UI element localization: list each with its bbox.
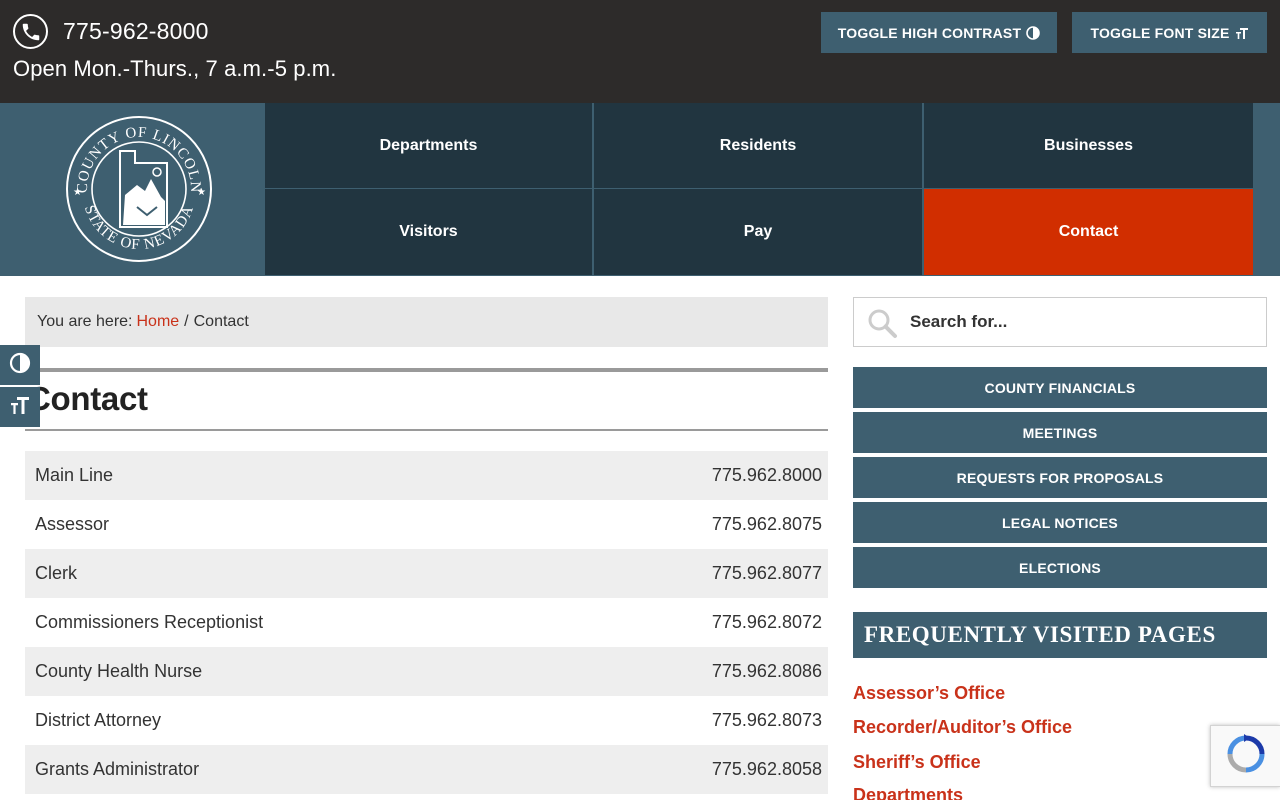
nav-businesses[interactable]: Businesses	[924, 103, 1253, 189]
floating-contrast-button[interactable]	[0, 345, 40, 385]
table-row: Main Line 775.962.8000	[25, 451, 828, 500]
frequently-visited-heading: FREQUENTLY VISITED PAGES	[853, 612, 1267, 658]
nav-contact[interactable]: Contact	[924, 189, 1253, 276]
title-bottom-rule	[25, 429, 828, 431]
contact-phone[interactable]: 775.962.8077	[712, 563, 822, 584]
phone-row[interactable]: 775-962-8000	[13, 14, 209, 49]
legal-notices-button[interactable]: LEGAL NOTICES	[853, 502, 1267, 543]
floating-font-size-button[interactable]	[0, 387, 40, 427]
contact-name: Main Line	[35, 465, 114, 485]
phone-number[interactable]: 775-962-8000	[63, 18, 209, 45]
office-hours: Open Mon.-Thurs., 7 a.m.-5 p.m.	[13, 56, 337, 81]
recaptcha-icon	[1224, 732, 1268, 781]
search-input[interactable]	[910, 298, 1260, 346]
assessors-office-link[interactable]: Assessor’s Office	[853, 683, 1005, 704]
contact-phone[interactable]: 775.962.8072	[712, 612, 822, 633]
toggle-font-size-button[interactable]: TOGGLE FONT SIZE	[1072, 12, 1267, 53]
contact-name: Grants Administrator	[35, 759, 200, 779]
contact-phone[interactable]: 775.962.8075	[712, 514, 822, 535]
breadcrumb-prefix: You are here:	[37, 313, 133, 330]
breadcrumb: You are here: Home / Contact	[25, 297, 828, 347]
contact-phone[interactable]: 775.962.8058	[712, 759, 822, 780]
contact-phone[interactable]: 775.962.8086	[712, 661, 822, 682]
requests-for-proposals-button[interactable]: REQUESTS FOR PROPOSALS	[853, 457, 1267, 498]
nav-visitors[interactable]: Visitors	[265, 189, 594, 276]
site-header: COUNTY OF LINCOLN STATE OF NEVADA ★ ★ De…	[0, 103, 1280, 276]
table-row: Grants Administrator 775.962.8058	[25, 745, 828, 794]
contact-name: Assessor	[35, 514, 110, 534]
contrast-icon	[1026, 25, 1041, 40]
table-row: District Attorney 775.962.8073	[25, 696, 828, 745]
county-seal-logo[interactable]: COUNTY OF LINCOLN STATE OF NEVADA ★ ★	[65, 115, 213, 263]
table-row: County Health Nurse 775.962.8086	[25, 647, 828, 696]
nav-departments[interactable]: Departments	[265, 103, 594, 189]
contact-name: Commissioners Receptionist	[35, 612, 264, 632]
breadcrumb-current: Contact	[193, 313, 249, 330]
contact-phone[interactable]: 775.962.8000	[712, 465, 822, 486]
title-top-rule	[25, 368, 828, 372]
contrast-icon	[9, 352, 31, 379]
page-title: Contact	[27, 380, 148, 417]
search-icon	[866, 307, 898, 344]
contact-phone[interactable]: 775.962.8073	[712, 710, 822, 731]
toggle-font-size-label: TOGGLE FONT SIZE	[1090, 24, 1230, 41]
recaptcha-badge[interactable]	[1210, 725, 1280, 787]
search-box	[853, 297, 1267, 347]
nav-pay[interactable]: Pay	[594, 189, 924, 276]
phone-icon	[13, 14, 48, 49]
main-nav: Departments Residents Businesses Visitor…	[265, 103, 1253, 276]
contact-name: District Attorney	[35, 710, 162, 730]
font-size-icon	[9, 394, 31, 421]
contact-name: County Health Nurse	[35, 661, 203, 681]
table-row: Assessor 775.962.8075	[25, 500, 828, 549]
meetings-button[interactable]: MEETINGS	[853, 412, 1267, 453]
contact-table: Main Line 775.962.8000 Assessor 775.962.…	[25, 451, 828, 794]
sheriffs-office-link[interactable]: Sheriff’s Office	[853, 752, 981, 773]
breadcrumb-home-link[interactable]: Home	[136, 313, 179, 331]
elections-button[interactable]: ELECTIONS	[853, 547, 1267, 588]
font-size-icon	[1235, 26, 1249, 40]
table-row: Commissioners Receptionist 775.962.8072	[25, 598, 828, 647]
top-bar: 775-962-8000 Open Mon.-Thurs., 7 a.m.-5 …	[0, 0, 1280, 103]
toggle-high-contrast-label: TOGGLE HIGH CONTRAST	[837, 24, 1022, 41]
breadcrumb-separator: /	[184, 313, 189, 330]
svg-text:★: ★	[197, 187, 206, 198]
departments-link[interactable]: Departments	[853, 785, 963, 800]
recorder-auditors-office-link[interactable]: Recorder/Auditor’s Office	[853, 717, 1072, 738]
svg-text:COUNTY OF LINCOLN: COUNTY OF LINCOLN	[75, 125, 203, 194]
county-financials-button[interactable]: COUNTY FINANCIALS	[853, 367, 1267, 408]
svg-text:★: ★	[73, 187, 82, 198]
toggle-high-contrast-button[interactable]: TOGGLE HIGH CONTRAST	[821, 12, 1057, 53]
contact-name: Clerk	[35, 563, 78, 583]
table-row: Clerk 775.962.8077	[25, 549, 828, 598]
nav-residents[interactable]: Residents	[594, 103, 924, 189]
